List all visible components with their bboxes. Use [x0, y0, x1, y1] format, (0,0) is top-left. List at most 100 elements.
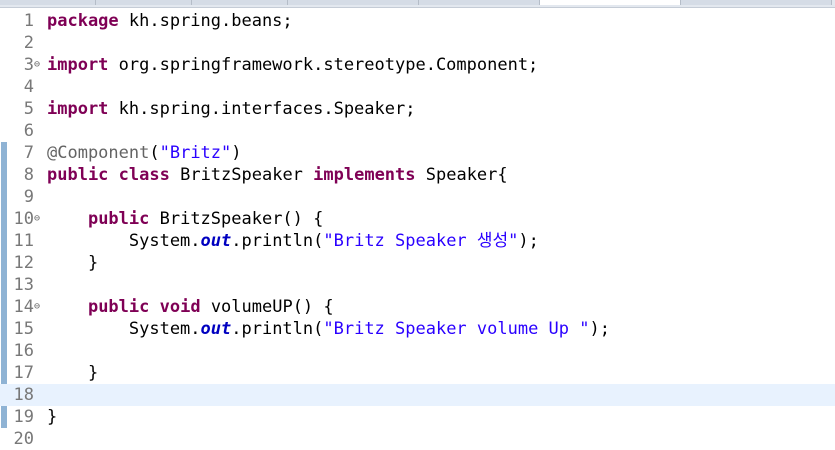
line-number: 6 — [23, 121, 34, 141]
code-line[interactable]: 5 import kh.spring.interfaces.Speaker; — [0, 98, 835, 120]
code-token: out — [200, 231, 232, 251]
code-line[interactable]: 13 — [0, 274, 835, 296]
code-token: implements — [313, 165, 416, 185]
code-token: ) — [231, 143, 242, 163]
code-token: BritzSpeaker — [169, 165, 314, 185]
code-token: kh.spring.interfaces.Speaker; — [108, 99, 416, 119]
code-text: package kh.spring.beans; — [47, 10, 293, 32]
code-line[interactable]: 12 } — [0, 252, 835, 274]
code-text: public BritzSpeaker() { — [47, 208, 323, 230]
editor-tab[interactable] — [419, 0, 540, 5]
line-number: 8 — [23, 165, 34, 185]
collapse-fold-icon[interactable]: ⊖ — [34, 209, 44, 229]
code-text: } — [47, 362, 98, 384]
code-text: import kh.spring.interfaces.Speaker; — [47, 98, 415, 120]
code-token: ); — [518, 231, 539, 251]
code-token: void — [159, 297, 201, 317]
code-text: @Component("Britz") — [47, 142, 242, 164]
line-number: 20 — [13, 429, 34, 449]
code-line[interactable]: 18 — [0, 384, 835, 406]
code-token: } — [47, 363, 99, 383]
code-line[interactable]: 1 package kh.spring.beans; — [0, 10, 835, 32]
code-text: public class BritzSpeaker implements Spe… — [47, 164, 508, 186]
line-number: 3 — [23, 55, 34, 75]
line-number: 16 — [13, 341, 34, 361]
line-number: 17 — [13, 363, 34, 383]
code-token: .println( — [231, 319, 324, 339]
code-token: "Britz" — [159, 143, 232, 163]
line-number: 13 — [13, 275, 34, 295]
code-token: Speaker{ — [415, 165, 508, 185]
line-number: 4 — [23, 77, 34, 97]
line-number: 14 — [13, 297, 34, 317]
line-number: 9 — [23, 187, 34, 207]
code-text: System.out.println("Britz Speaker 생성"); — [47, 230, 539, 252]
code-token: @Component — [47, 143, 150, 163]
code-line[interactable]: 8 public class BritzSpeaker implements Sp… — [0, 164, 835, 186]
code-line[interactable]: 17 } — [0, 362, 835, 384]
code-token: public — [87, 297, 150, 317]
editor-tab[interactable] — [192, 0, 288, 5]
editor-tab-strip — [0, 0, 835, 8]
line-number: 5 — [23, 99, 34, 119]
editor-tab-active[interactable] — [540, 0, 681, 5]
code-line[interactable]: 9 — [0, 186, 835, 208]
code-line[interactable]: 11 System.out.println("Britz Speaker 생성"… — [0, 230, 835, 252]
code-text: public void volumeUP() { — [47, 296, 334, 318]
code-line[interactable]: 19} — [0, 406, 835, 428]
line-number: 1 — [23, 11, 34, 31]
code-token: .println( — [231, 231, 324, 251]
code-line[interactable]: 4 — [0, 76, 835, 98]
code-token: package — [47, 11, 119, 31]
editor-tab[interactable] — [0, 0, 96, 5]
code-token: out — [200, 319, 232, 339]
code-text: System.out.println("Britz Speaker volume… — [47, 318, 610, 340]
code-text: import org.springframework.stereotype.Co… — [47, 54, 538, 76]
editor-tab[interactable] — [681, 0, 832, 5]
code-text: } — [47, 252, 98, 274]
line-number: 18 — [13, 385, 34, 405]
code-line[interactable]: 16 — [0, 340, 835, 362]
code-line[interactable]: 6 — [0, 120, 835, 142]
line-number: 12 — [13, 253, 34, 273]
line-number: 19 — [13, 407, 34, 427]
code-token: volumeUP() { — [200, 297, 334, 317]
code-token: System. — [47, 319, 201, 339]
code-token: BritzSpeaker() { — [149, 209, 324, 229]
code-text: } — [47, 406, 57, 428]
line-number: 11 — [13, 231, 34, 251]
code-line[interactable]: 7 @Component("Britz") — [0, 142, 835, 164]
code-line[interactable]: 2 — [0, 32, 835, 54]
code-line[interactable]: 3 ⊖ import org.springframework.stereotype.… — [0, 54, 835, 76]
line-number: 7 — [23, 143, 34, 163]
code-line[interactable]: 14 ⊖ public void volumeUP() { — [0, 296, 835, 318]
code-token: } — [47, 253, 99, 273]
line-number: 2 — [23, 33, 34, 53]
code-token: import — [47, 99, 109, 119]
collapse-fold-icon[interactable]: ⊖ — [34, 55, 44, 75]
code-token: ); — [589, 319, 610, 339]
code-token: } — [47, 407, 58, 427]
editor-tab[interactable] — [96, 0, 192, 5]
code-token: "Britz Speaker 생성" — [323, 231, 519, 251]
code-token: class — [118, 165, 170, 185]
line-number: 15 — [13, 319, 34, 339]
code-token: public — [87, 209, 150, 229]
code-token: System. — [47, 231, 201, 251]
code-line[interactable]: 10 ⊖ public BritzSpeaker() { — [0, 208, 835, 230]
code-token: org.springframework.stereotype.Component… — [108, 55, 539, 75]
code-line[interactable]: 20 — [0, 428, 835, 450]
code-line[interactable]: 15 System.out.println("Britz Speaker vol… — [0, 318, 835, 340]
code-token: "Britz Speaker volume Up " — [323, 319, 590, 339]
line-number: 10 — [13, 209, 34, 229]
code-token: kh.spring.beans; — [118, 11, 293, 31]
code-token: ( — [149, 143, 160, 163]
code-token: public — [47, 165, 109, 185]
collapse-fold-icon[interactable]: ⊖ — [34, 297, 44, 317]
editor-tab[interactable] — [288, 0, 419, 5]
code-token: import — [47, 55, 109, 75]
